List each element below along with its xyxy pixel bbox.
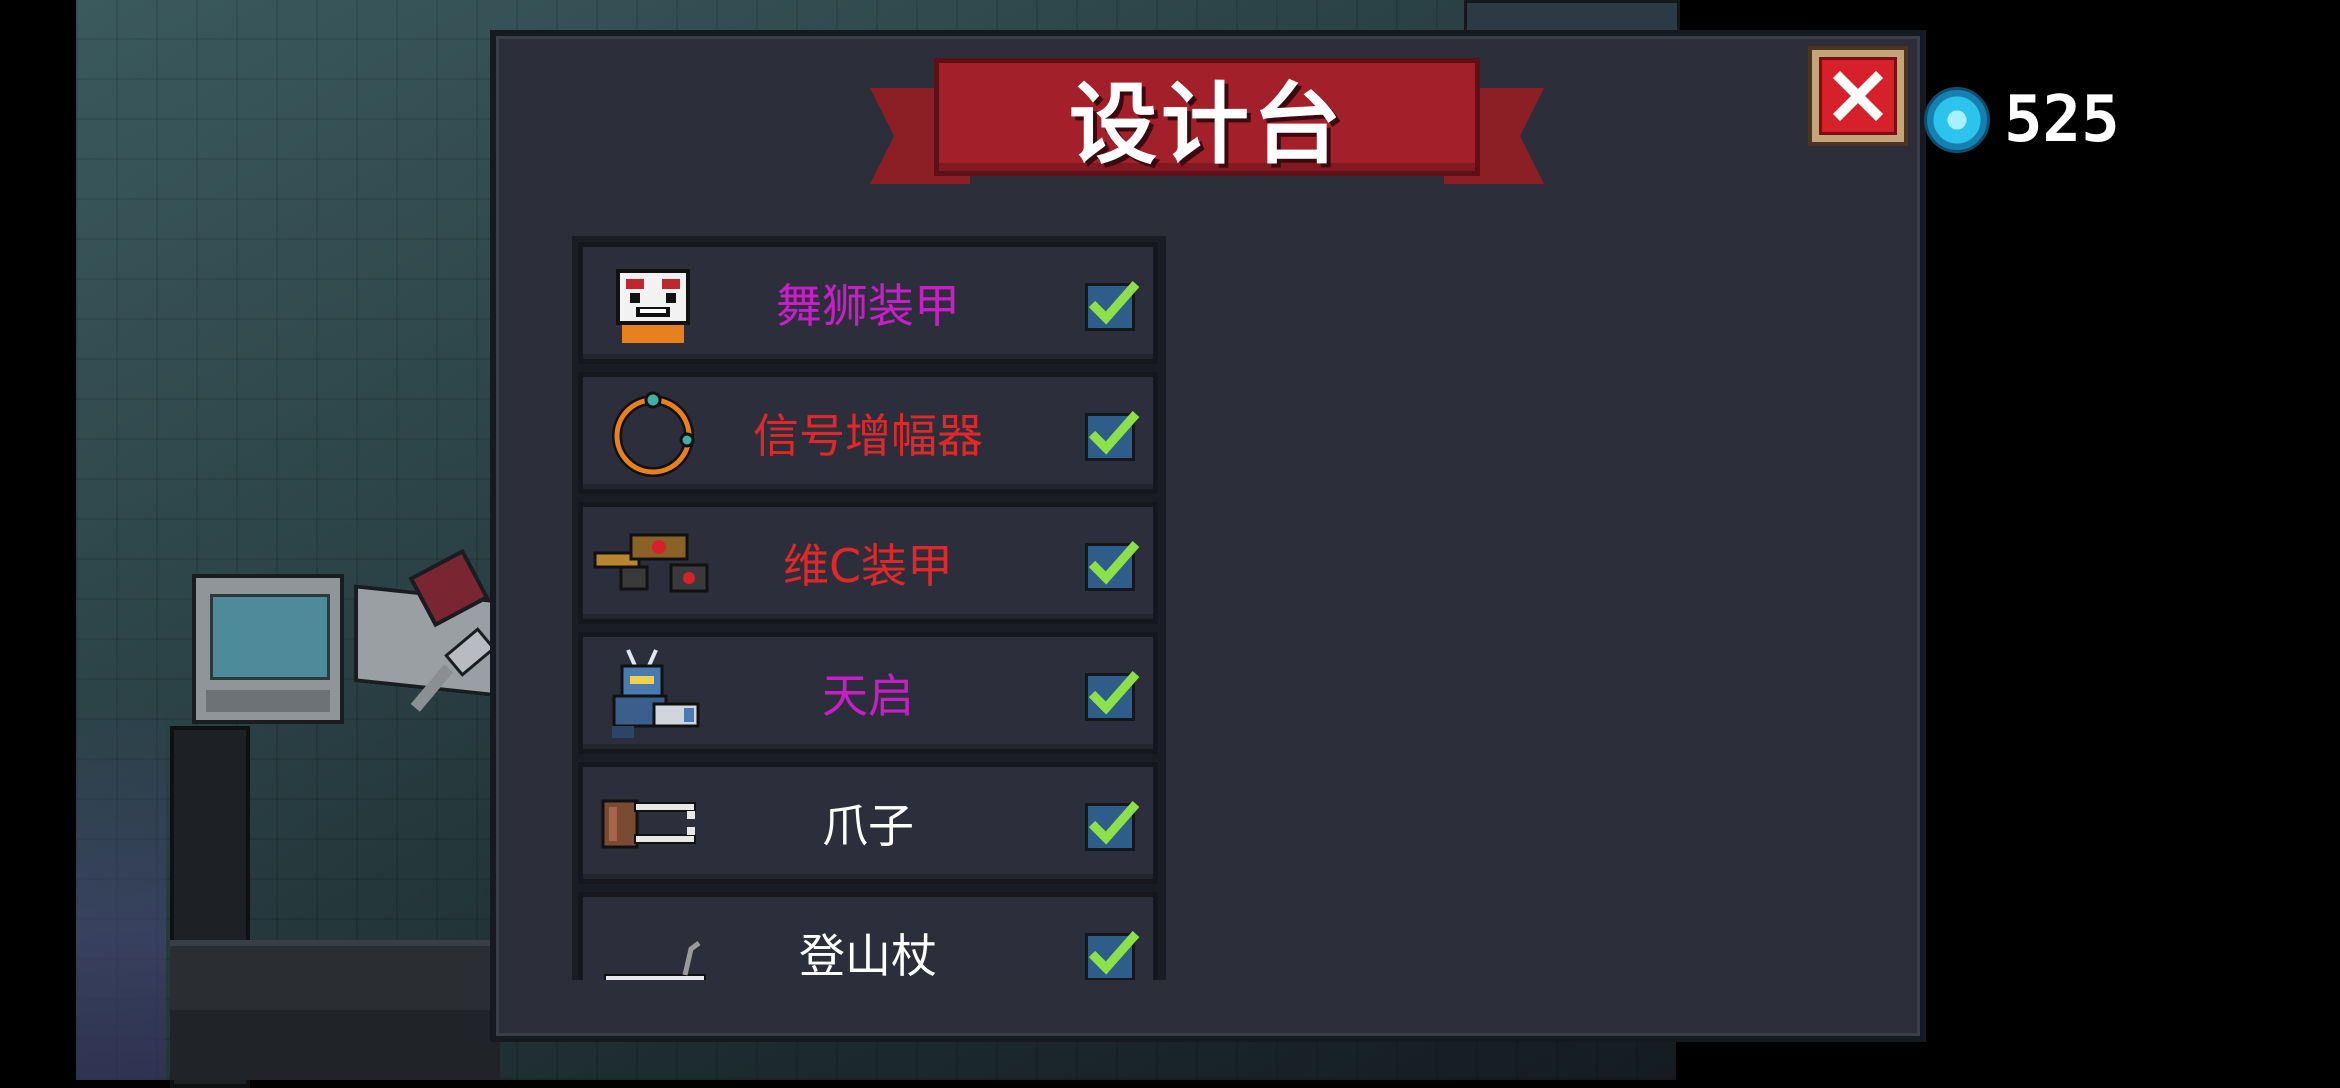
scene-counter-base [170, 1010, 500, 1080]
lion-dance-armor-icon [591, 257, 715, 351]
item-name: 天启 [822, 669, 914, 723]
vitamin-c-armor-icon [591, 517, 715, 611]
item-name: 舞狮装甲 [776, 279, 960, 333]
gem-icon [1924, 87, 1990, 153]
monitor-screen [210, 594, 330, 680]
list-item[interactable]: 舞狮装甲 [578, 242, 1158, 364]
title-banner: 设计台 [870, 58, 1544, 208]
item-name: 信号增幅器 [753, 409, 983, 463]
check-icon [1088, 671, 1140, 715]
trekking-pole-icon [591, 907, 715, 980]
item-name: 登山杖 [799, 929, 937, 980]
list-item[interactable]: 登山杖 [578, 892, 1158, 980]
scene-computer-monitor [192, 574, 344, 724]
item-name: 维C装甲 [782, 539, 954, 593]
check-icon [1088, 931, 1140, 975]
check-icon [1088, 541, 1140, 585]
list-item[interactable]: 维C装甲 [578, 502, 1158, 624]
close-icon [1819, 57, 1897, 135]
monitor-keyboard [206, 690, 330, 712]
list-item[interactable]: 信号增幅器 [578, 372, 1158, 494]
check-icon [1088, 411, 1140, 455]
gem-amount: 525 [2004, 83, 2120, 157]
scene-ambient-light [76, 700, 166, 1080]
gem-counter: 525 [1924, 80, 2120, 160]
scene-counter [170, 940, 500, 1016]
list-item[interactable]: 爪子 [578, 762, 1158, 884]
checkbox[interactable] [1085, 931, 1140, 980]
close-button[interactable] [1808, 46, 1908, 146]
checkbox[interactable] [1085, 281, 1140, 331]
blueprint-list[interactable]: 舞狮装甲 信号增幅器 维C装甲 天启 爪子 登山杖 [572, 236, 1166, 980]
claw-icon [591, 777, 715, 871]
banner-main: 设计台 [934, 58, 1480, 176]
check-icon [1088, 801, 1140, 845]
check-icon [1088, 281, 1140, 325]
checkbox[interactable] [1085, 671, 1140, 721]
apocalypse-mech-icon [591, 647, 715, 741]
item-name: 爪子 [822, 799, 914, 853]
checkbox[interactable] [1085, 411, 1140, 461]
checkbox[interactable] [1085, 801, 1140, 851]
signal-amplifier-icon [591, 387, 715, 481]
list-item[interactable]: 天启 [578, 632, 1158, 754]
checkbox[interactable] [1085, 541, 1140, 591]
page-title: 设计台 [1068, 72, 1345, 176]
